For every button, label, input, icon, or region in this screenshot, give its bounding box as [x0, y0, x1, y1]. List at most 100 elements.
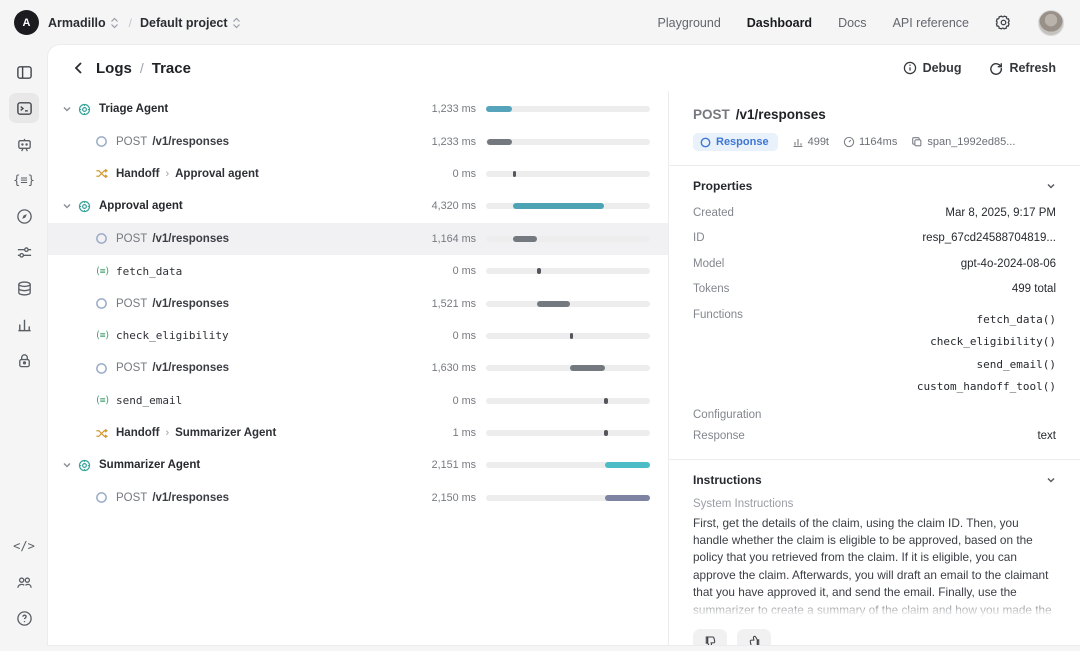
- debug-button[interactable]: Debug: [903, 61, 962, 75]
- response-circle-icon: [96, 362, 107, 374]
- trace-row[interactable]: (≡) send_email 0 ms: [48, 385, 668, 417]
- trace-row[interactable]: (≡) Triage Agent 1,233 ms: [48, 93, 668, 125]
- nav-docs[interactable]: Docs: [838, 16, 866, 30]
- timeline-bar: [486, 203, 650, 210]
- braces-list-icon[interactable]: {≡}: [9, 165, 39, 195]
- timeline-bar: [486, 430, 650, 437]
- org-select-arrows-icon[interactable]: [110, 17, 119, 29]
- span-path: /v1/responses: [735, 107, 826, 122]
- response-badge[interactable]: Response: [693, 133, 778, 151]
- database-icon[interactable]: [9, 273, 39, 303]
- function-value: check_eligibility(): [930, 335, 1056, 348]
- user-avatar[interactable]: [1038, 9, 1064, 36]
- thumbs-up-button[interactable]: [737, 628, 771, 645]
- response-circle-icon: [96, 492, 107, 504]
- trace-row[interactable]: (≡) Handoff›Summarizer Agent 1 ms: [48, 417, 668, 449]
- lock-icon[interactable]: [9, 345, 39, 375]
- info-icon: [903, 61, 916, 75]
- refresh-button[interactable]: Refresh: [989, 61, 1056, 75]
- thumbs-down-icon: [705, 636, 715, 645]
- timeline-bar: [486, 300, 650, 307]
- settings-gear-icon[interactable]: [995, 14, 1012, 31]
- trace-row[interactable]: (≡) Approval agent 4,320 ms: [48, 190, 668, 222]
- trace-row[interactable]: (≡) POST/v1/responses 2,150 ms: [48, 482, 668, 514]
- expand-chevron-icon[interactable]: [62, 104, 78, 114]
- duration-value: 1,521 ms: [431, 297, 476, 310]
- prop-tokens: Tokens 499 total: [693, 283, 1056, 295]
- divider: [669, 458, 1080, 460]
- function-value: custom_handoff_tool(): [916, 380, 1056, 393]
- function-icon: (≡): [95, 265, 110, 277]
- bar-chart-icon[interactable]: [9, 309, 39, 339]
- trace-row[interactable]: (≡) fetch_data 0 ms: [48, 255, 668, 287]
- top-nav: Playground Dashboard Docs API reference: [658, 9, 1064, 36]
- instructions-section-header[interactable]: Instructions: [693, 473, 1056, 487]
- panel-toggle-icon[interactable]: [9, 57, 39, 87]
- duration-value: 0 ms: [452, 265, 476, 278]
- function-value: send_email(): [976, 357, 1056, 371]
- prop-created: Created Mar 8, 2025, 9:17 PM: [693, 206, 1056, 219]
- agent-icon: [78, 459, 91, 472]
- prop-functions: Functions fetch_data() check_eligibility(…: [693, 309, 1056, 399]
- prop-id: ID resp_67cd24588704819...: [693, 232, 1056, 244]
- duration-value: 1,233 ms: [431, 135, 476, 148]
- project-switcher[interactable]: Default project: [140, 16, 228, 30]
- code-icon[interactable]: </>: [9, 531, 39, 561]
- prop-model: Model gpt-4o-2024-08-06: [693, 257, 1056, 270]
- detail-panel: POST/v1/responses Response 499t 1164ms s…: [668, 91, 1080, 645]
- trace-row[interactable]: (≡) POST/v1/responses 1,164 ms: [48, 222, 668, 255]
- properties-section-header[interactable]: Properties: [693, 179, 1056, 193]
- response-circle-icon: [96, 298, 107, 309]
- terminal-logs-icon[interactable]: [9, 93, 39, 123]
- debug-label: Debug: [922, 61, 962, 75]
- sliders-icon[interactable]: [9, 237, 39, 267]
- compass-icon[interactable]: [9, 201, 39, 231]
- span-id-badge[interactable]: span_1992ed85...: [911, 136, 1015, 148]
- trace-row[interactable]: (≡) Handoff›Approval agent 0 ms: [48, 158, 668, 190]
- project-select-arrows-icon[interactable]: [232, 17, 241, 29]
- duration-value: 1,630 ms: [431, 362, 476, 375]
- tokens-badge[interactable]: 499t: [792, 136, 829, 148]
- duration-value: 1,233 ms: [431, 103, 476, 116]
- span-method: POST: [693, 107, 730, 122]
- thumbs-up-icon: [749, 635, 759, 645]
- trace-row[interactable]: (≡) POST/v1/responses 1,233 ms: [48, 125, 668, 157]
- expand-chevron-icon[interactable]: [62, 201, 78, 211]
- chevron-down-icon: [1047, 183, 1055, 189]
- org-avatar[interactable]: A: [14, 10, 39, 35]
- org-switcher[interactable]: Armadillo: [48, 16, 106, 30]
- community-icon[interactable]: [9, 567, 39, 597]
- nav-playground[interactable]: Playground: [658, 16, 721, 30]
- thumbs-down-button[interactable]: [693, 628, 727, 645]
- nav-dashboard[interactable]: Dashboard: [747, 16, 812, 30]
- agent-icon: [78, 200, 91, 212]
- trace-row[interactable]: (≡) POST/v1/responses 1,521 ms: [48, 287, 668, 319]
- trace-row[interactable]: (≡) Summarizer Agent 2,151 ms: [48, 449, 668, 481]
- latency-badge[interactable]: 1164ms: [843, 136, 897, 148]
- nav-api-reference[interactable]: API reference: [893, 16, 969, 30]
- instructions-body-wrap: First, get the details of the claim, usi…: [693, 515, 1056, 619]
- back-chevron-icon[interactable]: [72, 61, 86, 75]
- tokens-chart-icon: [793, 139, 803, 148]
- breadcrumb-logs[interactable]: Logs: [96, 60, 132, 77]
- assistants-icon[interactable]: [9, 129, 39, 159]
- breadcrumb-separator: /: [139, 60, 144, 76]
- timeline-bar: [486, 268, 650, 275]
- top-bar: A Armadillo / Default project Playground…: [0, 0, 1080, 45]
- page-title-trace: Trace: [151, 59, 191, 77]
- timeline-bar: [486, 235, 650, 242]
- trace-row[interactable]: (≡) POST/v1/responses 1,630 ms: [48, 352, 668, 384]
- timeline-bar: [486, 106, 650, 113]
- timeline-bar: [486, 170, 650, 177]
- expand-chevron-icon[interactable]: [62, 460, 78, 470]
- badge-row: Response 499t 1164ms span_1992ed85...: [693, 133, 1056, 151]
- help-icon[interactable]: [9, 603, 39, 633]
- agent-icon: [78, 103, 91, 115]
- handoff-shuffle-icon: [96, 169, 108, 179]
- function-icon: (≡): [95, 330, 110, 342]
- timeline-bar: [486, 397, 650, 404]
- span-title: POST/v1/responses: [693, 107, 1056, 122]
- response-circle-icon: [96, 136, 107, 147]
- trace-row[interactable]: (≡) check_eligibility 0 ms: [48, 320, 668, 352]
- function-icon: (≡): [95, 395, 110, 407]
